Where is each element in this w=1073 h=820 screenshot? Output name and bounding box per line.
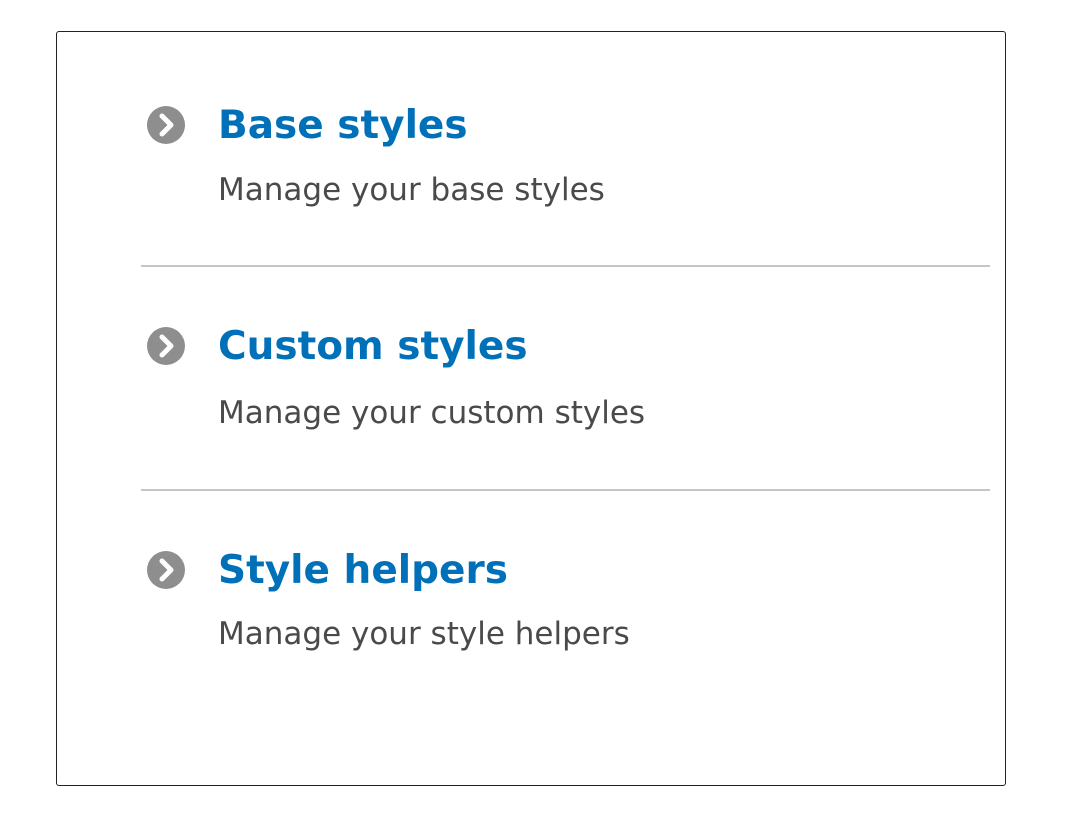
- base-styles-description: Manage your base styles: [218, 172, 605, 208]
- divider: [141, 489, 990, 491]
- custom-styles-description: Manage your custom styles: [218, 395, 646, 431]
- chevron-right-circle-icon: [147, 551, 185, 589]
- style-helpers-link[interactable]: Style helpers: [218, 551, 508, 590]
- chevron-right-circle-icon: [147, 106, 185, 144]
- chevron-right-circle-icon: [147, 327, 185, 365]
- base-styles-link[interactable]: Base styles: [218, 106, 468, 145]
- custom-styles-link[interactable]: Custom styles: [218, 327, 528, 366]
- admin-menu-panel: Base styles Manage your base styles Cust…: [56, 31, 1006, 786]
- style-helpers-description: Manage your style helpers: [218, 616, 630, 652]
- divider: [141, 265, 990, 267]
